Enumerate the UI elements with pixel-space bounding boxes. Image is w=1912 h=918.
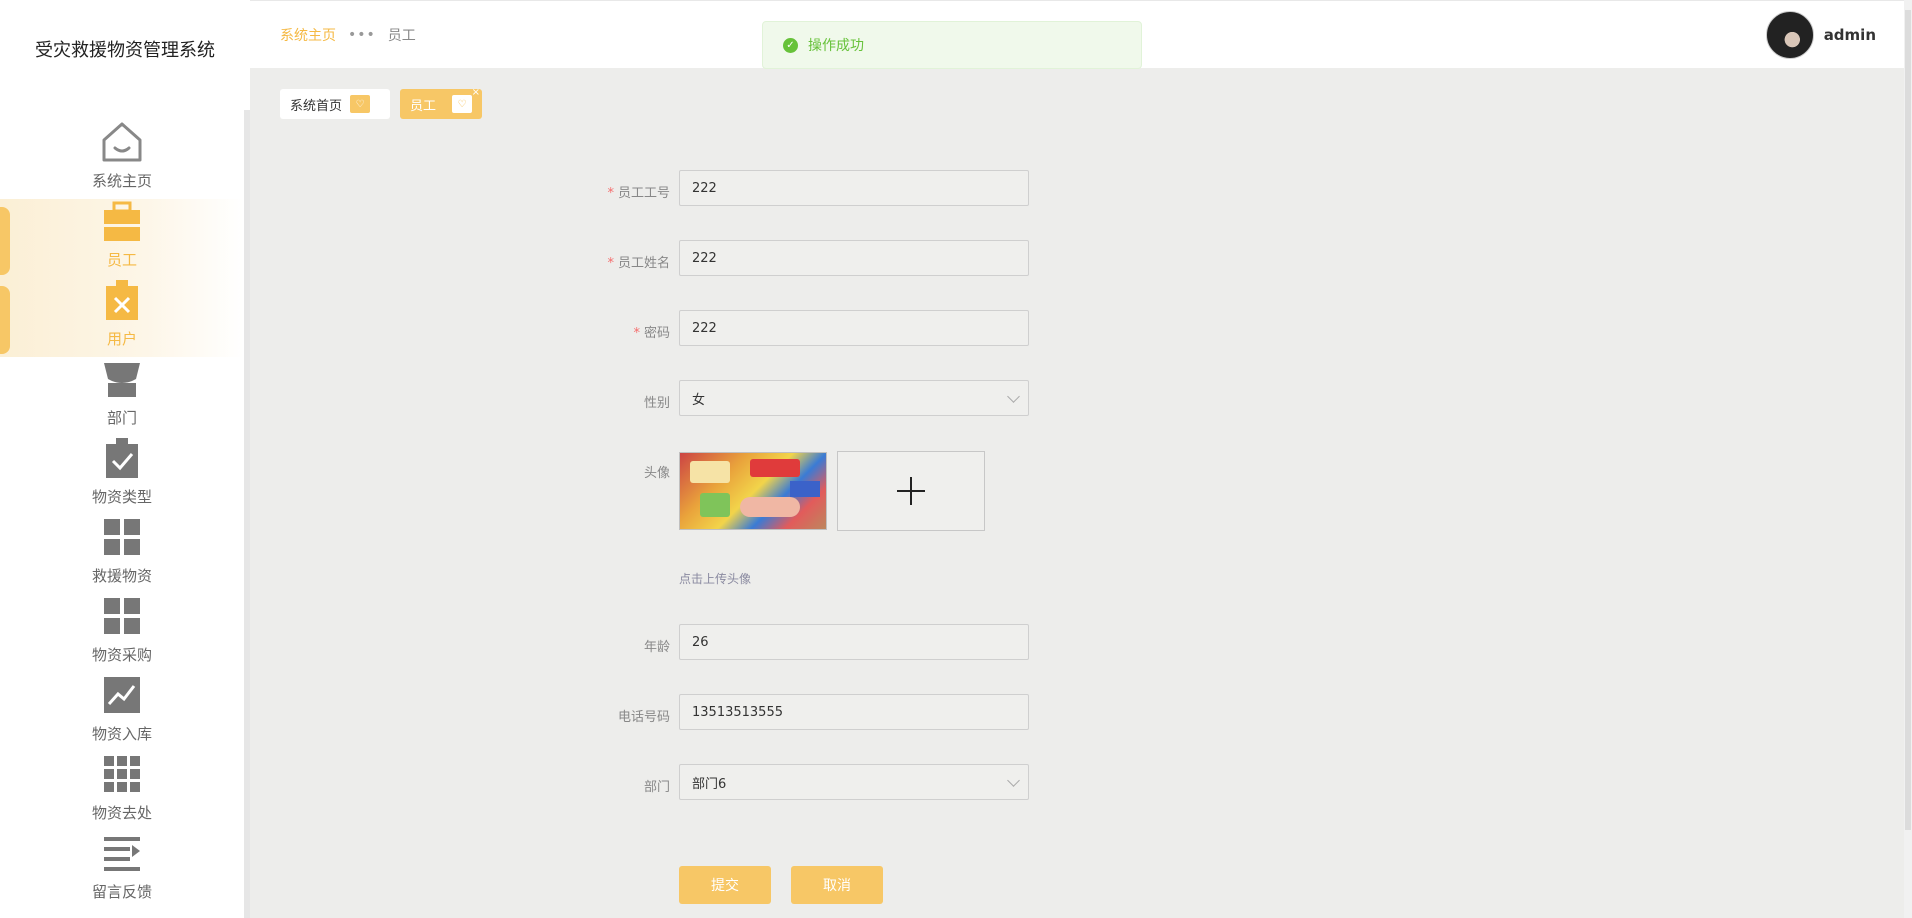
required-mark: *: [607, 186, 614, 201]
password-input[interactable]: 222: [679, 310, 1029, 346]
sidebar-item-label: 部门: [106, 409, 137, 427]
grid-icon: [100, 515, 144, 559]
sidebar-item-label: 用户: [106, 330, 137, 348]
sidebar-item-employee[interactable]: 员工: [0, 199, 244, 278]
sidebar-item-user[interactable]: 用户: [0, 278, 244, 357]
avatar-upload-button[interactable]: [837, 451, 985, 531]
avatar-label: 头像: [643, 466, 670, 481]
hover-indicator: [0, 286, 10, 354]
home-icon: [100, 120, 144, 164]
sidebar-item-label: 物资去处: [91, 804, 152, 822]
chart-line-icon: [100, 673, 144, 717]
avatar-upload-hint: 点击上传头像: [679, 572, 752, 586]
tabs-bar: 系统首页 ♡ 员工 ♡ ×: [280, 87, 492, 119]
emp-name-input[interactable]: 222: [679, 240, 1029, 276]
gender-value: 女: [692, 392, 706, 408]
sidebar-item-feedback[interactable]: 留言反馈: [0, 831, 244, 910]
sidebar-item-department[interactable]: 部门: [0, 357, 244, 436]
clipboard-check-icon: [100, 436, 144, 480]
user-menu[interactable]: admin: [1765, 11, 1876, 59]
heart-icon: ♡: [350, 95, 371, 113]
emp-no-input[interactable]: 222: [679, 170, 1029, 206]
avatar-preview-image[interactable]: [679, 452, 827, 530]
chevron-down-icon: [1007, 390, 1020, 403]
sidebar-menu: 系统主页 员工 用户 部门 物资类型 救援物资 物资采购 物资入库 物资去处 留…: [0, 120, 244, 910]
page-scrollbar[interactable]: [1904, 0, 1912, 918]
submit-button[interactable]: 提交: [679, 866, 771, 904]
sidebar-item-destination[interactable]: 物资去处: [0, 752, 244, 831]
tab-label: 系统首页: [290, 98, 343, 114]
sidebar-item-home[interactable]: 系统主页: [0, 120, 244, 199]
breadcrumb-current: 员工: [387, 28, 416, 44]
heart-icon: ♡: [452, 95, 472, 113]
sidebar-item-label: 物资类型: [91, 488, 152, 506]
sidebar-item-material-type[interactable]: 物资类型: [0, 436, 244, 515]
scrollbar-thumb[interactable]: [1905, 10, 1911, 830]
sidebar-item-label: 救援物资: [91, 567, 152, 585]
department-select[interactable]: 部门6: [679, 764, 1029, 800]
required-mark: *: [633, 326, 640, 341]
gender-label: 性别: [643, 396, 670, 411]
avatar[interactable]: [1765, 11, 1814, 59]
close-icon[interactable]: ×: [472, 87, 480, 98]
required-mark: *: [607, 256, 614, 271]
cancel-button[interactable]: 取消: [791, 866, 883, 904]
clipboard-x-icon: [100, 278, 144, 322]
age-label: 年龄: [643, 640, 670, 655]
grid-nine-icon: [100, 752, 144, 796]
sidebar-item-stock-in[interactable]: 物资入库: [0, 673, 244, 752]
list-arrow-icon: [100, 831, 144, 875]
plus-icon: [897, 477, 925, 505]
sidebar-item-label: 物资入库: [91, 725, 152, 743]
sidebar-item-purchase[interactable]: 物资采购: [0, 594, 244, 673]
chevron-down-icon: [1007, 774, 1020, 787]
active-indicator: [0, 207, 10, 275]
breadcrumb-home[interactable]: 系统主页: [280, 25, 336, 45]
emp-name-label-text: 员工姓名: [617, 256, 670, 271]
emp-no-label: * 员工工号: [560, 182, 670, 201]
sidebar-item-label: 留言反馈: [91, 883, 152, 901]
phone-label: 电话号码: [617, 710, 670, 725]
breadcrumb-separator: •••: [348, 27, 376, 43]
phone-input[interactable]: 13513513555: [679, 694, 1029, 730]
employee-form: * 员工工号 222 * 员工姓名 222 * 密码 222 性别 女 头像 点击上传…: [560, 0, 1160, 918]
department-value: 部门6: [692, 776, 727, 792]
app-title: 受灾救援物资管理系统: [35, 40, 215, 61]
sidebar-item-label: 物资采购: [91, 646, 152, 664]
department-label: 部门: [643, 780, 670, 795]
sidebar-item-relief-material[interactable]: 救援物资: [0, 515, 244, 594]
briefcase-icon: [100, 199, 144, 243]
tab-home[interactable]: 系统首页 ♡: [280, 89, 390, 119]
age-input[interactable]: 26: [679, 624, 1029, 660]
emp-no-label-text: 员工工号: [617, 186, 670, 201]
grid-icon: [100, 594, 144, 638]
emp-name-label: * 员工姓名: [560, 252, 670, 271]
sidebar-scrollbar[interactable]: [244, 110, 250, 918]
sidebar-item-label: 系统主页: [91, 172, 152, 190]
store-icon: [100, 357, 144, 401]
breadcrumb: 系统主页 ••• 员工: [280, 25, 416, 45]
password-label-text: 密码: [643, 326, 670, 341]
password-label: * 密码: [560, 322, 670, 341]
sidebar: 受灾救援物资管理系统 系统主页 员工 用户 部门 物资类型 救援物资 物资采购 …: [0, 0, 250, 918]
tab-employee[interactable]: 员工 ♡ ×: [400, 87, 482, 119]
gender-select[interactable]: 女: [679, 380, 1029, 416]
sidebar-item-label: 员工: [106, 251, 137, 269]
username[interactable]: admin: [1824, 26, 1876, 44]
tab-label: 员工: [410, 98, 437, 114]
